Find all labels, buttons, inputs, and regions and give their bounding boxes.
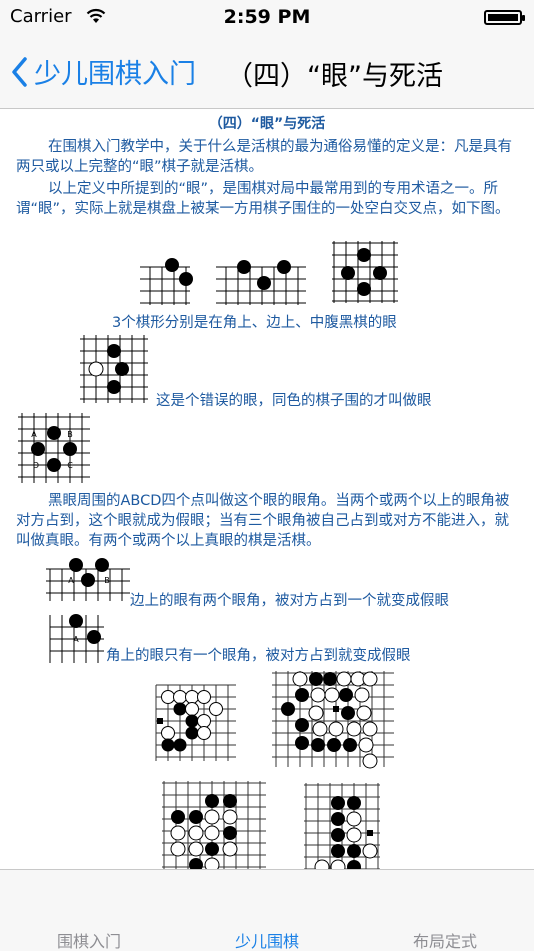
article-content[interactable]: （四）“眼”与死活 在围棋入门教学中，关于什么是活棋的最为通俗易懂的定义是：凡是… <box>0 109 534 869</box>
corner-letter-b: B <box>67 430 73 439</box>
eye-corners-diagram: A B C D <box>18 413 90 483</box>
edge-letter-a: A <box>68 576 74 585</box>
life-death-board-2 <box>272 671 394 769</box>
caption-three-eyes: 3个棋形分别是在角上、边上、中腹黑棋的眼 <box>112 315 397 331</box>
wrong-eye-diagram <box>80 335 148 403</box>
life-death-board-1 <box>155 684 236 761</box>
corner-letter-c: C <box>67 461 73 470</box>
corner-eye-diagram <box>140 258 193 305</box>
life-death-board-4 <box>304 783 380 869</box>
chevron-left-icon <box>12 56 27 87</box>
corner-eye-letter-a: A <box>73 635 79 644</box>
caption-corner-eye: 角上的眼只有一个眼角，被对方占到就变成假眼 <box>106 648 411 664</box>
paragraph-definition: 在围棋入门教学中，关于什么是活棋的最为通俗易懂的定义是：凡是具有两只或以上完整的… <box>16 139 512 175</box>
clock: 2:59 PM <box>223 6 311 28</box>
back-button-label: 少儿围棋入门 <box>34 59 196 90</box>
caption-wrong-eye: 这是个错误的眼，同色的棋子围的才叫做眼 <box>156 393 432 409</box>
tab-kids-go[interactable]: 少儿围棋 <box>178 928 356 952</box>
caption-edge-eye: 边上的眼有两个眼角，被对方占到一个就变成假眼 <box>130 593 449 609</box>
tab-go-intro[interactable]: 围棋入门 <box>0 928 178 952</box>
edge-eye-diagram <box>216 260 306 305</box>
corner-false-eye-diagram: A <box>49 614 104 663</box>
status-bar: Carrier 2:59 PM <box>0 0 534 36</box>
corner-letter-a: A <box>31 430 37 439</box>
tab-openings-joseki[interactable]: 布局定式 <box>356 928 534 952</box>
paragraph-eye-term: 以上定义中所提到的“眼”，是围棋对局中最常用到的专用术语之一。所谓“眼”，实际上… <box>16 181 510 217</box>
back-button[interactable]: 少儿围棋入门 <box>12 52 196 91</box>
center-eye-diagram <box>332 241 398 303</box>
corner-letter-d: D <box>33 461 39 470</box>
article-title: （四）“眼”与死活 <box>208 116 326 132</box>
page-title: （四）“眼”与死活 <box>226 61 443 92</box>
navigation-bar: 少儿围棋入门 （四）“眼”与死活 <box>0 36 534 109</box>
battery-icon <box>484 10 525 25</box>
paragraph-eye-corners: 黑眼周围的ABCD四个点叫做这个眼的眼角。当两个或两个以上的眼角被对方占到，这个… <box>16 493 510 549</box>
tab-bar: 围棋入门 少儿围棋 布局定式 <box>0 869 534 951</box>
edge-letter-b: B <box>104 576 110 585</box>
life-death-board-3 <box>162 781 266 869</box>
edge-false-eye-diagram: A B <box>46 558 130 601</box>
